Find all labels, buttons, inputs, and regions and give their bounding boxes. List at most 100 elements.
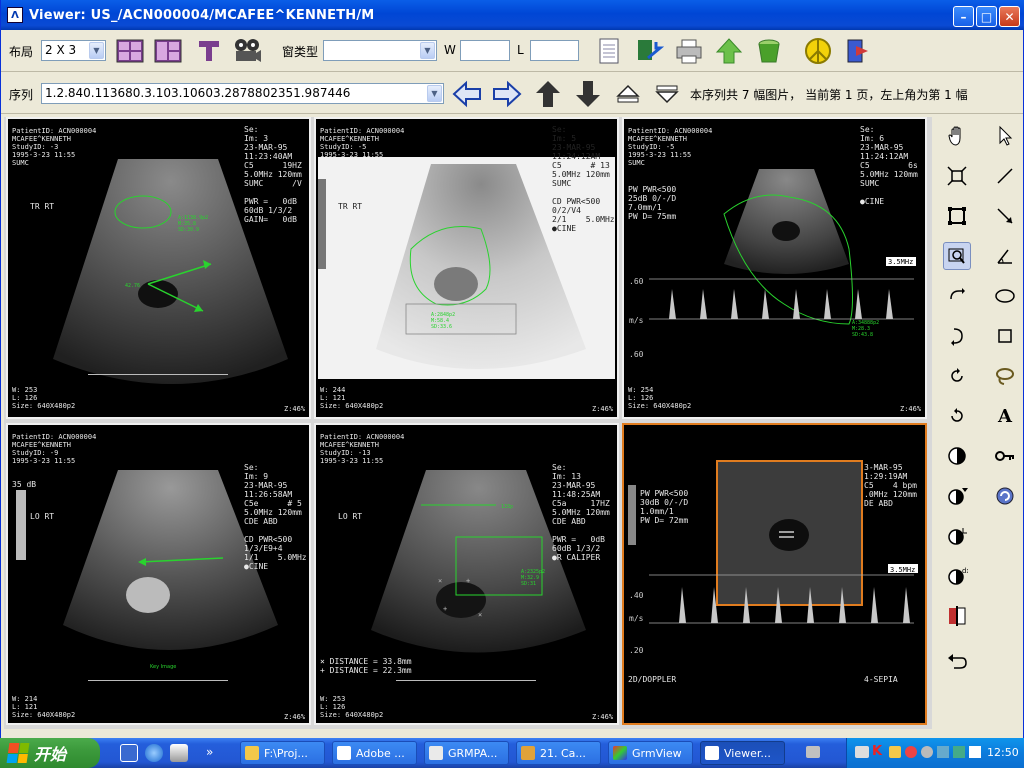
- reset-tool[interactable]: [991, 482, 1019, 510]
- svg-text:×: ×: [438, 577, 442, 585]
- zoom-fit-tool[interactable]: [943, 162, 971, 190]
- chevron-right-icon[interactable]: »: [206, 745, 213, 759]
- next-page-button[interactable]: [651, 78, 683, 110]
- ellipse-tool[interactable]: [991, 282, 1019, 310]
- rotate-180-tool[interactable]: [943, 362, 971, 390]
- image-panel-6[interactable]: .40 m/s .20 PW PWR<500 30dB 0/-/D 1.0mm/…: [622, 423, 927, 725]
- prev-series-button[interactable]: [451, 78, 483, 110]
- layout-select[interactable]: 2 X 3 ▼: [41, 40, 106, 61]
- key-tool[interactable]: [991, 442, 1019, 470]
- svg-text:133p: 133p: [501, 504, 513, 510]
- browser-icon[interactable]: [145, 744, 163, 762]
- title-bar[interactable]: Λ Viewer: US_/ACN000004/MCAFEE^KENNETH/M…: [1, 0, 1024, 30]
- image-panel-5[interactable]: 133p A:2325p2 M:32.9 SD:31 × × + + Patie…: [314, 423, 619, 725]
- frequency-label: 3.5MHz: [890, 566, 916, 574]
- split-tool[interactable]: [943, 602, 971, 630]
- start-button[interactable]: 开始: [0, 738, 100, 768]
- rotate-left-tool[interactable]: [943, 402, 971, 430]
- image-panel-3[interactable]: .60 m/s .60 A:34888p2 M:28.3 SD:43.8 3.5…: [622, 117, 927, 419]
- k-antivirus-icon[interactable]: K: [872, 744, 884, 760]
- rectangle-icon: [998, 329, 1012, 343]
- report-button[interactable]: [593, 35, 625, 67]
- tray-icon[interactable]: [855, 746, 869, 758]
- custom-layout-button[interactable]: [152, 35, 184, 67]
- taskbar-item-label: GrmView: [632, 746, 682, 760]
- image-panel-1[interactable]: A:1138.9p2 M:35.8 SD:30.9 42.76 PatientI…: [6, 117, 311, 419]
- freehand-tool[interactable]: [991, 362, 1019, 390]
- doppler-waveform-peak: [700, 289, 707, 319]
- taskbar-item-tool[interactable]: 21. Ca...: [516, 741, 601, 765]
- alert-icon[interactable]: [905, 746, 917, 758]
- grid-layout-button[interactable]: [114, 35, 146, 67]
- prev-page-button[interactable]: [612, 78, 644, 110]
- flip-tool[interactable]: [943, 322, 971, 350]
- image-panel-4[interactable]: Key Image PatientID: ACN000004 MCAFEE^KE…: [6, 423, 311, 725]
- window-level-info: W: 254 L: 126 Size: 640X480p2: [628, 386, 692, 410]
- taskbar-item-explorer[interactable]: F:\Proj...: [240, 741, 325, 765]
- network-icon[interactable]: [937, 746, 949, 758]
- desktop-icon[interactable]: [120, 744, 138, 762]
- transfer-button[interactable]: [633, 35, 665, 67]
- text-tool-button[interactable]: [193, 35, 225, 67]
- zoom-tool[interactable]: [943, 202, 971, 230]
- exit-button[interactable]: [841, 35, 873, 67]
- taskbar-item-grmview[interactable]: GrmView: [608, 741, 693, 765]
- upload-button[interactable]: [713, 35, 745, 67]
- display-icon[interactable]: [969, 746, 981, 758]
- about-button[interactable]: [802, 35, 834, 67]
- word-doc-icon: [429, 746, 443, 760]
- taskbar-item-adobe[interactable]: Adobe ...: [332, 741, 417, 765]
- maximize-button[interactable]: □: [976, 6, 997, 27]
- window-level-preset-tool[interactable]: dx: [943, 562, 971, 590]
- angle-tool[interactable]: [991, 242, 1019, 270]
- colormap-label: 4-SEPIA: [864, 675, 898, 684]
- image-panel-2[interactable]: A:2848p2 M:58.4 SD:33.6 PatientID: ACN00…: [314, 117, 619, 419]
- pan-tool[interactable]: [943, 122, 971, 150]
- doppler-waveform-peak: [886, 289, 893, 319]
- minimize-button[interactable]: –: [953, 6, 974, 27]
- scan-parameters: Se: Im: 13 23-MAR-95 11:48:25AM C5a 17HZ…: [552, 463, 610, 562]
- prev-image-button[interactable]: [532, 78, 564, 110]
- window-level-corner-tool[interactable]: [943, 522, 971, 550]
- next-image-button[interactable]: [572, 78, 604, 110]
- window-level-input[interactable]: [530, 40, 579, 61]
- windows-logo-icon: [6, 743, 30, 763]
- rotate-ccw-icon: [951, 408, 963, 422]
- clock[interactable]: 12:50: [987, 746, 1019, 759]
- gain-db-label: 35 dB: [12, 480, 37, 489]
- text-annotation-tool[interactable]: A: [991, 402, 1019, 430]
- magnify-tool[interactable]: [943, 242, 971, 270]
- window-level-down-tool[interactable]: [943, 482, 971, 510]
- keyboard-icon[interactable]: [806, 746, 820, 758]
- shield-icon[interactable]: [953, 746, 965, 758]
- undo-tool[interactable]: [943, 647, 971, 675]
- print-button[interactable]: [673, 35, 705, 67]
- window-type-select[interactable]: ▼: [323, 40, 437, 61]
- arrow-left-icon: [452, 80, 481, 108]
- rotate-right-tool[interactable]: [943, 282, 971, 310]
- toolbar-layout: 布局 2 X 3 ▼ 窗类型 ▼ W L: [1, 30, 1023, 72]
- series-status-text: 本序列共 7 幅图片， 当前第 1 页，左上角为第 1 幅: [690, 88, 968, 102]
- archive-button[interactable]: [753, 35, 785, 67]
- viewer-window: Λ Viewer: US_/ACN000004/MCAFEE^KENNETH/M…: [0, 0, 1024, 738]
- text-t-icon: [199, 41, 219, 61]
- media-icon[interactable]: [170, 744, 188, 762]
- cine-projector-button[interactable]: [231, 35, 263, 67]
- line-tool[interactable]: [991, 162, 1019, 190]
- scan-parameters: Se: Im: 5 23-MAR-95 11:24:12AM C5 # 13 5…: [552, 125, 615, 233]
- window-width-input[interactable]: [460, 40, 510, 61]
- line-icon: [997, 168, 1013, 184]
- lock-icon[interactable]: [889, 746, 901, 758]
- taskbar-item-word[interactable]: GRMPA...: [424, 741, 509, 765]
- close-button[interactable]: ✕: [999, 6, 1020, 27]
- next-series-button[interactable]: [491, 78, 523, 110]
- invert-tool[interactable]: [943, 442, 971, 470]
- taskbar-item-viewer[interactable]: Viewer...: [700, 741, 785, 765]
- arrow-tool[interactable]: [991, 202, 1019, 230]
- rectangle-tool[interactable]: [991, 322, 1019, 350]
- select-tool[interactable]: [991, 122, 1019, 150]
- series-select[interactable]: 1.2.840.113680.3.103.10603.2878802351.98…: [41, 83, 444, 104]
- start-label: 开始: [34, 745, 67, 764]
- settings-icon[interactable]: [921, 746, 933, 758]
- window-title: Viewer: US_/ACN000004/MCAFEE^KENNETH/M: [29, 7, 375, 23]
